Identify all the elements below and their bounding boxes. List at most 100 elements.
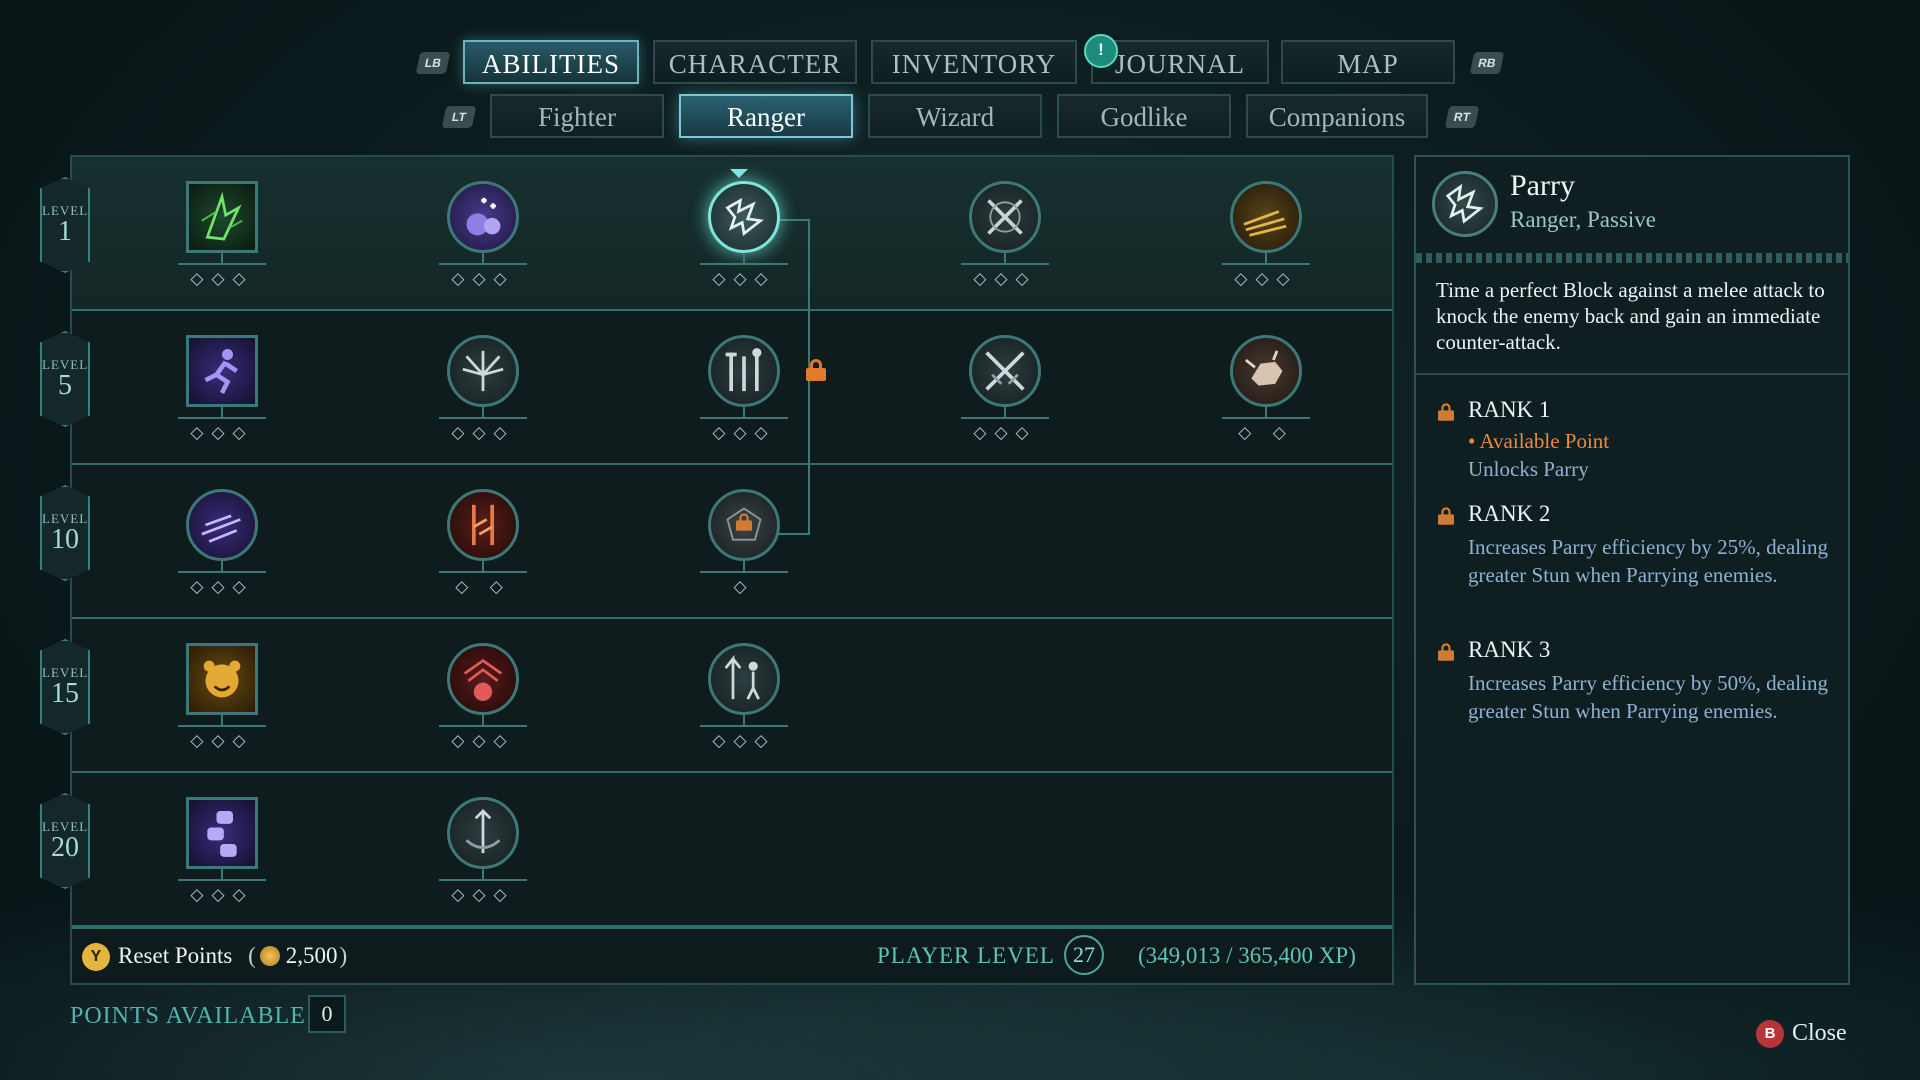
rank-title: RANK 2 [1468,501,1551,526]
reset-points-button[interactable]: Reset Points (2,500) [118,943,347,969]
ability-type: Ranger, Passive [1510,207,1656,232]
rb-button-hint[interactable]: RB [1469,52,1505,74]
rank-pips: ◇◇◇ [451,269,515,289]
tab-map[interactable]: MAP [1281,40,1455,84]
points-available-label: POINTS AVAILABLE [70,1003,306,1029]
coin-icon [259,946,280,966]
tab-character[interactable]: CHARACTER [653,40,857,84]
lock-icon [736,513,752,531]
lt-button-hint[interactable]: LT [441,106,477,128]
rank-effect: Unlocks Parry [1468,457,1589,481]
ornamental-divider [1416,253,1848,263]
reset-points-label: Reset Points [118,943,233,968]
player-level-label: PLAYER LEVEL [877,943,1055,968]
ability-node-disarm[interactable]: ◇◇◇ [961,181,1049,289]
rank-pips: ◇◇◇ [190,577,254,597]
ability-node-nature-strike[interactable]: ◇◇◇ [178,181,266,289]
bear-icon [186,643,258,715]
class-tab-bar: LT Fighter Ranger Wizard Godlike Compani… [0,94,1920,140]
rank-pips: ◇◇◇ [190,269,254,289]
ability-name: Parry [1510,169,1575,202]
ability-node-shadow-step[interactable]: ◇◇◇ [178,489,266,597]
ability-node-bear-roar[interactable]: ◇◇◇ [178,643,266,751]
rank-pips: ◇◇◇ [190,423,254,443]
lock-icon [1438,403,1454,421]
level-number: 5 [58,370,72,401]
parry-detail-icon [1432,171,1498,237]
rank-effect: Increases Parry efficiency by 25%, deali… [1468,535,1828,587]
ability-node-locked-counter[interactable]: ◇ [700,489,788,597]
ability-node-arrow-spin[interactable]: ◇◇◇ [439,797,527,905]
tab-inventory[interactable]: INVENTORY [871,40,1077,84]
level-number: 20 [51,832,79,863]
skull-icon [447,643,519,715]
reset-cost-close: ) [339,943,348,968]
rank-pips: ◇◇◇ [451,885,515,905]
tab-wizard[interactable]: Wizard [868,94,1042,138]
weapons-icon [708,335,780,407]
rank-pips: ◇◇◇ [451,423,515,443]
rank-pips: ◇◇◇ [451,731,515,751]
ability-node-sprint[interactable]: ◇◇◇ [178,335,266,443]
selected-indicator-icon [730,169,748,178]
rank-requirement: • Available Point [1468,429,1610,453]
tab-journal[interactable]: JOURNAL [1091,40,1269,84]
ability-node-dual-wield[interactable]: ◇◇◇ [961,335,1049,443]
ability-description: Time a perfect Block against a melee att… [1436,278,1825,354]
tab-companions[interactable]: Companions [1246,94,1428,138]
rank-3-section: RANK 3 Increases Parry efficiency by 50%… [1436,637,1836,747]
rank-effect: Increases Parry efficiency by 50%, deali… [1468,671,1828,723]
tab-ranger[interactable]: Ranger [679,94,853,138]
level-marker-1: LEVEL 1 [40,177,90,273]
section-divider [1416,373,1848,375]
level-marker-20: LEVEL 20 [40,793,90,889]
ability-node-weapon-mastery[interactable]: ◇◇◇ [700,335,788,443]
rank-pips: ◇◇◇ [712,269,776,289]
parry-icon [708,181,780,253]
ability-details-panel: Parry Ranger, Passive Time a perfect Blo… [1414,155,1850,985]
lock-icon [1438,643,1454,661]
nature-strike-icon [186,181,258,253]
arrow-spin-icon [447,797,519,869]
ability-node-skull-rank[interactable]: ◇◇◇ [439,643,527,751]
crossed-blades-icon [969,181,1041,253]
tab-fighter[interactable]: Fighter [490,94,664,138]
xp-progress: (349,013 / 365,400 XP) [1138,943,1356,968]
journal-alert-badge: ! [1084,34,1118,68]
crossed-swords-icon [969,335,1041,407]
y-button-icon[interactable]: Y [82,943,110,971]
close-label: Close [1792,1020,1847,1046]
ability-node-fist-strike[interactable]: ◇ ◇ [1222,335,1310,443]
ability-node-potions[interactable]: ◇◇◇ [439,181,527,289]
points-available-value: 0 [308,995,346,1033]
rank-pips: ◇ [733,577,755,597]
ability-node-arrow-volley[interactable]: ◇◇◇ [439,335,527,443]
ability-node-blade-flurry[interactable]: ◇ ◇ [439,489,527,597]
ability-node-flurry-punches[interactable]: ◇◇◇ [178,797,266,905]
ability-tree-panel: LEVEL 1 LEVEL 5 LEVEL 10 LEVEL 15 LEVEL 20 ◇◇… [40,155,1394,985]
ability-node-dash[interactable]: ◇◇◇ [1222,181,1310,289]
level-number: 15 [51,678,79,709]
b-button-icon: B [1756,1020,1784,1048]
player-level-badge: 27 [1064,935,1104,975]
lock-icon [1438,507,1454,525]
rank-pips: ◇◇◇ [1234,269,1298,289]
top-tab-bar: LB ABILITIES CHARACTER INVENTORY JOURNAL… [0,40,1920,86]
tree-footer: Y Reset Points (2,500) PLAYER LEVEL 27 (… [72,927,1392,983]
lb-button-hint[interactable]: LB [415,52,451,74]
ability-node-spear-hunter[interactable]: ◇◇◇ [700,643,788,751]
fist-icon [1230,335,1302,407]
running-figure-icon [186,335,258,407]
reset-cost-open: ( [248,943,256,968]
rank-title: RANK 1 [1468,397,1551,422]
ability-node-parry[interactable]: ◇◇◇ [700,181,788,289]
tab-abilities[interactable]: ABILITIES [463,40,639,84]
spear-figure-icon [708,643,780,715]
tab-godlike[interactable]: Godlike [1057,94,1231,138]
reset-cost-value: 2,500 [285,943,338,968]
rt-button-hint[interactable]: RT [1444,106,1480,128]
shadow-step-icon [186,489,258,561]
level-marker-5: LEVEL 5 [40,331,90,427]
rank-pips: ◇◇◇ [712,731,776,751]
rank-pips: ◇◇◇ [712,423,776,443]
